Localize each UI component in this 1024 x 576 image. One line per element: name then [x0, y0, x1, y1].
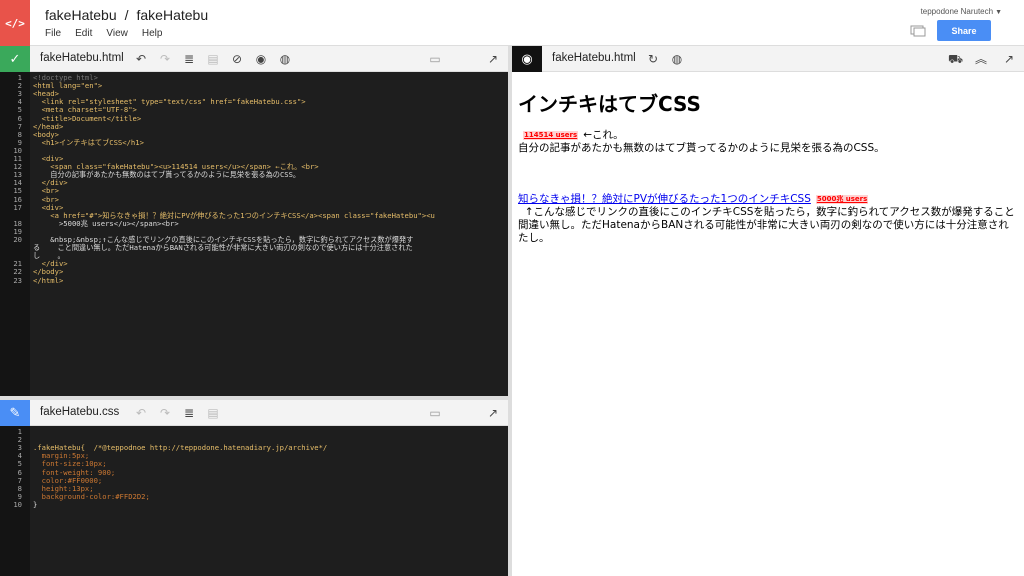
html-editor[interactable]: 1 <!doctype html> 2 <html lang="en"> 3 <head>… — [0, 72, 508, 396]
preview-intro: 114514 users ←これ。 自分の記事があたかも無数のはてブ貰ってるかのよ… — [518, 129, 885, 154]
undo-icon[interactable]: ↶ — [134, 51, 148, 67]
css-editor[interactable]: 1 2 3 .fakeHatebu{ /*@teppodnoe http://tepp… — [0, 426, 508, 576]
menu-help[interactable]: Help — [142, 28, 163, 39]
code-line: <h1>インチキはてブCSS</h1> — [33, 137, 144, 147]
eye-icon[interactable]: ◉ — [254, 51, 268, 67]
fake-hatebu-badge: 114514 users — [523, 130, 579, 140]
code-line: } — [33, 499, 38, 509]
redo-icon[interactable]: ↷ — [158, 51, 172, 67]
line-number: 10 — [13, 499, 22, 509]
menu-view[interactable]: View — [106, 28, 128, 39]
project-title: fakeHatebu / fakeHatebu — [45, 7, 208, 23]
preview-description: 自分の記事があたかも無数のはてブ貰ってるかのように見栄を張る為のCSS。 — [518, 142, 885, 154]
preview-link-block: 知らなきゃ損！？絶対にPVが伸びるたった1つのインチキCSS 5000兆 user… — [518, 193, 1018, 245]
preview-pane-filename: fakeHatebu.html — [552, 52, 636, 64]
globe-icon[interactable]: ◍ — [278, 51, 292, 67]
collapse-up-icon[interactable]: ︽ — [974, 51, 988, 67]
code-line: 自分の記事があたかも無数のはてブ貰ってるかのように見栄を張る為のCSS。 — [33, 170, 301, 180]
refresh-icon[interactable]: ↻ — [646, 51, 660, 67]
css-pane-filename: fakeHatebu.css — [40, 406, 120, 418]
expand-icon[interactable]: ↗ — [1002, 51, 1016, 67]
cart-icon[interactable]: ⛟ — [948, 51, 963, 67]
app-logo[interactable]: </> — [0, 0, 30, 46]
caret-down-icon: ▼ — [995, 9, 1002, 16]
line-number: 20 — [13, 235, 22, 244]
menu-edit[interactable]: Edit — [75, 28, 92, 39]
top-bar: </> fakeHatebu / fakeHatebu File Edit View… — [0, 0, 1024, 46]
line-number: 17 — [13, 202, 22, 212]
breadcrumb-project[interactable]: fakeHatebu — [137, 7, 209, 23]
code-line: る こと間違い無し。ただHatenaからBANされる可能性が非常に大きい両刃の剣… — [33, 243, 413, 253]
html-pane-header: ✓ fakeHatebu.html ↶ ↷ ≣ ▤ ⊘ ◉ ◍ ▭ ↗ — [0, 46, 508, 72]
redo-icon[interactable]: ↷ — [158, 405, 172, 421]
eye-icon[interactable]: ◉ — [512, 46, 542, 72]
comment-add-icon[interactable]: ▤ — [206, 51, 220, 67]
check-icon[interactable]: ✓ — [0, 46, 30, 72]
user-name: teppodone Narutech — [920, 7, 994, 16]
html-pane-filename: fakeHatebu.html — [40, 52, 124, 64]
user-menu[interactable]: teppodone Narutech ▼ — [921, 7, 1002, 16]
format-icon[interactable]: ≣ — [182, 51, 196, 67]
expand-icon[interactable]: ↗ — [486, 405, 500, 421]
brush-icon[interactable]: ✎ — [0, 400, 30, 426]
fake-hatebu-badge-2: 5000兆 users — [815, 194, 869, 204]
line-number: 23 — [13, 275, 22, 285]
expand-icon[interactable]: ↗ — [486, 51, 500, 67]
undo-icon[interactable]: ↶ — [134, 405, 148, 421]
share-button[interactable]: Share — [937, 20, 991, 41]
breadcrumb-owner[interactable]: fakeHatebu — [45, 7, 117, 23]
preview-content: インチキはてブCSS 114514 users ←これ。 自分の記事があたかも無数… — [512, 72, 1024, 576]
preview-link[interactable]: 知らなきゃ損！？絶対にPVが伸びるたった1つのインチキCSS — [518, 193, 811, 205]
preview-heading: インチキはてブCSS — [518, 92, 701, 116]
code-line: </html> — [33, 275, 64, 285]
globe-icon[interactable]: ◍ — [670, 51, 684, 67]
link-icon[interactable]: ⊘ — [230, 51, 244, 67]
breadcrumb-separator: / — [124, 7, 129, 23]
preview-pane-header: ◉ fakeHatebu.html ↻ ◍ ⛟ ︽ ↗ — [512, 46, 1024, 72]
menu-bar: File Edit View Help — [45, 28, 162, 39]
comment-icon[interactable] — [910, 25, 926, 37]
preview-paragraph: ↑こんな感じでリンクの直後にこのインチキCSSを貼ったら，数字に釣られてアクセス… — [518, 206, 1015, 244]
css-pane-header: ✎ fakeHatebu.css ↶ ↷ ≣ ▤ ▭ ↗ — [0, 400, 508, 426]
menu-file[interactable]: File — [45, 28, 61, 39]
code-line: background-color:#FFD2D2; — [33, 491, 150, 501]
comments-icon[interactable]: ▭ — [428, 51, 442, 67]
comment-add-icon[interactable]: ▤ — [206, 405, 220, 421]
code-line: >5000兆 users</u></span><br> — [33, 218, 179, 228]
comments-icon[interactable]: ▭ — [428, 405, 442, 421]
format-icon[interactable]: ≣ — [182, 405, 196, 421]
